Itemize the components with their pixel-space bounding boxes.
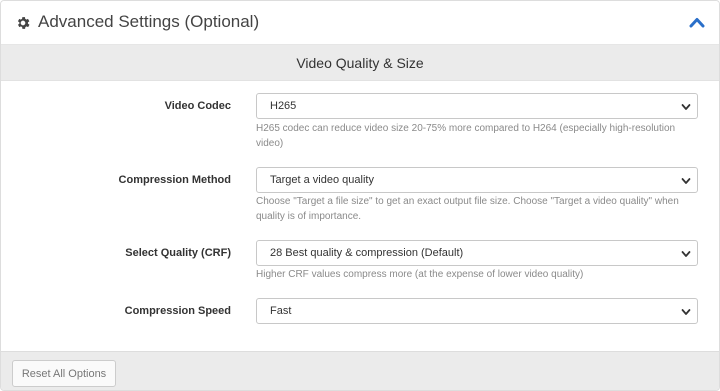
compression-speed-select[interactable]: Fast [256,298,698,324]
section-title: Video Quality & Size [296,55,424,71]
chevron-up-icon[interactable] [689,16,705,28]
panel-header[interactable]: Advanced Settings (Optional) [1,1,719,45]
advanced-settings-panel: Advanced Settings (Optional) Video Quali… [0,0,720,391]
quality-crf-select[interactable]: 28 Best quality & compression (Default) [256,240,698,266]
video-codec-select[interactable]: H265 [256,93,698,119]
compression-method-help: Choose "Target a file size" to get an ex… [256,196,679,222]
section-header: Video Quality & Size [1,45,719,81]
quality-crf-label: Select Quality (CRF) [125,247,231,259]
compression-speed-label: Compression Speed [124,305,231,317]
video-codec-help: H265 codec can reduce video size 20-75% … [256,123,676,149]
compression-method-label: Compression Method [118,174,231,186]
compression-method-value: Target a video quality [270,174,374,186]
gear-icon [17,17,30,29]
panel-footer: Reset All Options [1,351,719,390]
compression-speed-value: Fast [270,305,292,317]
reset-all-options-button[interactable]: Reset All Options [12,360,116,387]
quality-crf-help: Higher CRF values compress more (at the … [256,269,584,280]
chevron-down-icon [681,104,691,110]
chevron-down-icon [681,178,691,184]
chevron-down-icon [681,251,691,257]
chevron-down-icon [681,309,691,315]
video-codec-label: Video Codec [164,100,231,112]
panel-title: Advanced Settings (Optional) [38,12,260,31]
video-codec-value: H265 [270,100,297,112]
compression-method-select[interactable]: Target a video quality [256,167,698,193]
quality-crf-value: 28 Best quality & compression (Default) [270,247,464,259]
